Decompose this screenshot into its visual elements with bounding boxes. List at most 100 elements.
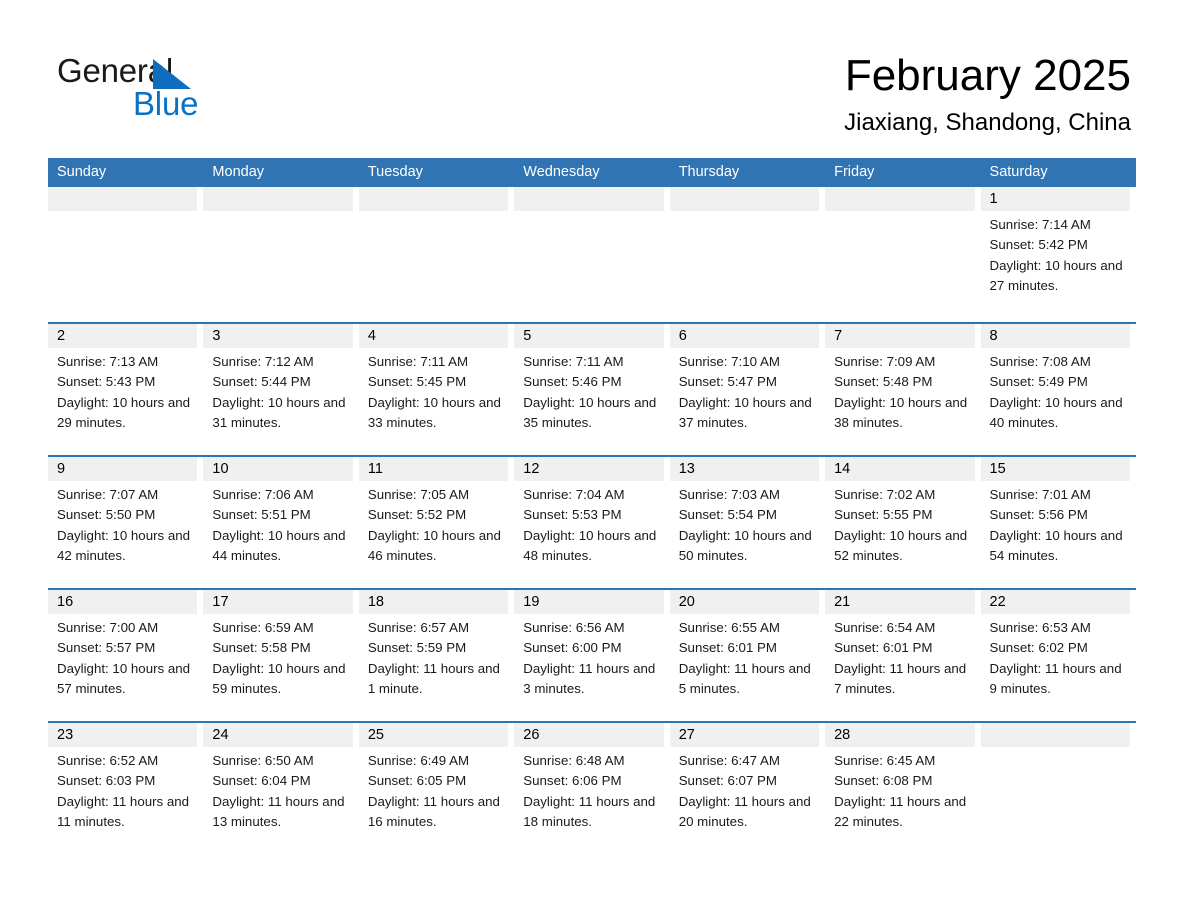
calendar-day-cell[interactable]: 10 Sunrise: 7:06 AM Sunset: 5:51 PM Dayl… (203, 457, 358, 588)
calendar-day-cell[interactable] (980, 723, 1136, 854)
calendar-day-cell[interactable]: 4 Sunrise: 7:11 AM Sunset: 5:45 PM Dayli… (358, 324, 514, 455)
calendar-day-cell[interactable]: 9 Sunrise: 7:07 AM Sunset: 5:50 PM Dayli… (48, 457, 203, 588)
weekday-header-thursday: Thursday (678, 164, 740, 180)
calendar-day-cell[interactable]: 13 Sunrise: 7:03 AM Sunset: 5:54 PM Dayl… (669, 457, 825, 588)
sunset-text: Sunset: 6:08 PM (834, 773, 933, 789)
calendar-day-cell[interactable]: 14 Sunrise: 7:02 AM Sunset: 5:55 PM Dayl… (825, 457, 980, 588)
sunset-text: Sunset: 5:50 PM (57, 507, 156, 523)
calendar-day-cell[interactable]: 3 Sunrise: 7:12 AM Sunset: 5:44 PM Dayli… (203, 324, 358, 455)
page-title: February 2025 (844, 51, 1131, 100)
calendar-day-cell[interactable]: 5 Sunrise: 7:11 AM Sunset: 5:46 PM Dayli… (514, 324, 669, 455)
calendar-day-cell[interactable]: 2 Sunrise: 7:13 AM Sunset: 5:43 PM Dayli… (48, 324, 203, 455)
calendar-day-cell[interactable] (514, 187, 669, 322)
day-info: Sunrise: 7:02 AM Sunset: 5:55 PM Dayligh… (825, 481, 974, 566)
calendar-day-cell[interactable]: 15 Sunrise: 7:01 AM Sunset: 5:56 PM Dayl… (980, 457, 1136, 588)
weekday-header-sunday: Sunday (57, 164, 107, 180)
calendar-day-cell[interactable]: 26 Sunrise: 6:48 AM Sunset: 6:06 PM Dayl… (514, 723, 669, 854)
calendar-day-cell[interactable]: 17 Sunrise: 6:59 AM Sunset: 5:58 PM Dayl… (203, 590, 358, 721)
day-info (203, 211, 352, 215)
daylight-text: Daylight: 11 hours and 1 minute. (367, 660, 500, 696)
day-number: 7 (825, 324, 975, 348)
day-info: Sunrise: 7:10 AM Sunset: 5:47 PM Dayligh… (670, 348, 819, 433)
day-number (48, 187, 198, 211)
sunrise-text: Sunrise: 7:03 AM (678, 487, 780, 502)
calendar-day-cell[interactable]: 19 Sunrise: 6:56 AM Sunset: 6:00 PM Dayl… (514, 590, 669, 721)
day-number: 4 (358, 324, 509, 348)
sunset-text: Sunset: 5:53 PM (523, 507, 622, 523)
calendar-week-row: 16 Sunrise: 7:00 AM Sunset: 5:57 PM Dayl… (48, 588, 1136, 721)
day-number (669, 187, 820, 211)
daylight-text: Daylight: 10 hours and 48 minutes. (523, 527, 657, 563)
sunrise-text: Sunrise: 7:04 AM (523, 487, 625, 502)
day-info: Sunrise: 7:09 AM Sunset: 5:48 PM Dayligh… (825, 348, 974, 433)
calendar-day-cell[interactable]: 16 Sunrise: 7:00 AM Sunset: 5:57 PM Dayl… (48, 590, 203, 721)
calendar-week-row: 9 Sunrise: 7:07 AM Sunset: 5:50 PM Dayli… (48, 455, 1136, 588)
calendar-day-cell[interactable]: 18 Sunrise: 6:57 AM Sunset: 5:59 PM Dayl… (358, 590, 514, 721)
day-number: 21 (825, 590, 975, 614)
daylight-text: Daylight: 11 hours and 11 minutes. (57, 793, 190, 829)
calendar-day-cell[interactable]: 27 Sunrise: 6:47 AM Sunset: 6:07 PM Dayl… (669, 723, 825, 854)
daylight-text: Daylight: 10 hours and 37 minutes. (678, 394, 812, 430)
daylight-text: Daylight: 10 hours and 29 minutes. (57, 394, 191, 430)
page-header: General Blue February 2025 Jiaxiang, Sha… (0, 0, 1188, 150)
calendar-grid: Sunday Monday Tuesday Wednesday Thursday… (48, 158, 1136, 854)
day-info: Sunrise: 6:59 AM Sunset: 5:58 PM Dayligh… (203, 614, 352, 699)
day-info: Sunrise: 6:56 AM Sunset: 6:00 PM Dayligh… (514, 614, 663, 699)
daylight-text: Daylight: 10 hours and 35 minutes. (523, 394, 657, 430)
weekday-header-monday: Monday (212, 164, 265, 180)
day-info: Sunrise: 6:47 AM Sunset: 6:07 PM Dayligh… (670, 747, 819, 832)
sunrise-text: Sunrise: 6:55 AM (678, 620, 780, 635)
calendar-day-cell[interactable]: 7 Sunrise: 7:09 AM Sunset: 5:48 PM Dayli… (825, 324, 980, 455)
day-number: 10 (203, 457, 353, 481)
day-number: 15 (980, 457, 1130, 481)
sunset-text: Sunset: 5:45 PM (367, 374, 467, 390)
calendar-day-cell[interactable]: 22 Sunrise: 6:53 AM Sunset: 6:02 PM Dayl… (980, 590, 1136, 721)
calendar-day-cell[interactable] (825, 187, 980, 322)
sunrise-text: Sunrise: 7:13 AM (57, 354, 159, 369)
daylight-text: Daylight: 11 hours and 9 minutes. (989, 660, 1122, 696)
daylight-text: Daylight: 11 hours and 20 minutes. (678, 793, 811, 829)
weekday-header-saturday: Saturday (989, 164, 1048, 180)
calendar-day-cell[interactable] (669, 187, 825, 322)
calendar-day-cell[interactable] (203, 187, 358, 322)
calendar-day-cell[interactable]: 11 Sunrise: 7:05 AM Sunset: 5:52 PM Dayl… (358, 457, 514, 588)
sunset-text: Sunset: 5:54 PM (678, 507, 777, 523)
daylight-text: Daylight: 11 hours and 3 minutes. (523, 660, 656, 696)
sunset-text: Sunset: 5:43 PM (57, 374, 156, 390)
calendar-day-cell[interactable]: 12 Sunrise: 7:04 AM Sunset: 5:53 PM Dayl… (514, 457, 669, 588)
calendar-day-cell[interactable]: 21 Sunrise: 6:54 AM Sunset: 6:01 PM Dayl… (825, 590, 980, 721)
calendar-day-cell[interactable]: 28 Sunrise: 6:45 AM Sunset: 6:08 PM Dayl… (825, 723, 980, 854)
calendar-day-cell[interactable]: 23 Sunrise: 6:52 AM Sunset: 6:03 PM Dayl… (48, 723, 203, 854)
day-number: 20 (669, 590, 820, 614)
day-number: 6 (669, 324, 820, 348)
day-number: 11 (358, 457, 509, 481)
calendar-day-cell[interactable]: 1 Sunrise: 7:14 AM Sunset: 5:42 PM Dayli… (980, 187, 1136, 322)
day-info (825, 211, 974, 215)
calendar-day-cell[interactable]: 8 Sunrise: 7:08 AM Sunset: 5:49 PM Dayli… (980, 324, 1136, 455)
sunrise-text: Sunrise: 6:52 AM (57, 753, 159, 768)
calendar-day-cell[interactable]: 20 Sunrise: 6:55 AM Sunset: 6:01 PM Dayl… (669, 590, 825, 721)
calendar-day-cell[interactable]: 24 Sunrise: 6:50 AM Sunset: 6:04 PM Dayl… (203, 723, 358, 854)
sunrise-text: Sunrise: 6:45 AM (834, 753, 936, 768)
sunrise-text: Sunrise: 6:47 AM (678, 753, 780, 768)
daylight-text: Daylight: 10 hours and 42 minutes. (57, 527, 191, 563)
day-number (358, 187, 509, 211)
day-number: 18 (358, 590, 509, 614)
calendar-day-cell[interactable] (358, 187, 514, 322)
sunset-text: Sunset: 6:05 PM (367, 773, 467, 789)
general-blue-logo[interactable]: General Blue (57, 52, 317, 122)
calendar-day-cell[interactable]: 25 Sunrise: 6:49 AM Sunset: 6:05 PM Dayl… (358, 723, 514, 854)
daylight-text: Daylight: 10 hours and 50 minutes. (678, 527, 812, 563)
calendar-day-cell[interactable] (48, 187, 203, 322)
day-info: Sunrise: 7:08 AM Sunset: 5:49 PM Dayligh… (981, 348, 1130, 433)
weekday-header-friday: Friday (834, 164, 875, 180)
calendar-day-cell[interactable]: 6 Sunrise: 7:10 AM Sunset: 5:47 PM Dayli… (669, 324, 825, 455)
logo-text-blue: Blue (133, 85, 199, 122)
sunset-text: Sunset: 6:07 PM (678, 773, 777, 789)
day-number: 9 (48, 457, 198, 481)
weekday-header-tuesday: Tuesday (367, 164, 423, 180)
sunrise-text: Sunrise: 7:06 AM (212, 487, 314, 502)
day-info: Sunrise: 6:55 AM Sunset: 6:01 PM Dayligh… (670, 614, 819, 699)
sunrise-text: Sunrise: 7:09 AM (834, 354, 936, 369)
sunrise-text: Sunrise: 6:48 AM (523, 753, 625, 768)
